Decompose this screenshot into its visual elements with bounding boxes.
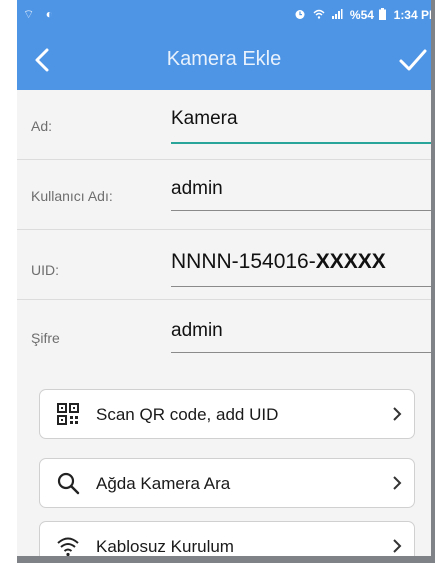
uid-input[interactable]: NNNN-154016-XXXXX [171,250,386,274]
app-bar: Kamera Ekle [17,30,431,90]
search-icon [57,472,80,495]
chevron-right-icon [393,476,402,490]
username-label: Kullanıcı Adı: [31,188,113,204]
password-underline [171,352,431,353]
wifi-icon [57,537,79,557]
uid-label: UID: [31,262,59,278]
alarm-icon [295,10,305,19]
chevron-right-icon [393,539,402,553]
uid-prefix: NNNN-154016- [171,250,316,273]
page-title: Kamera Ekle [166,48,282,70]
frame-edge [17,556,435,563]
username-underline [171,210,431,211]
uid-row: UID: NNNN-154016-XXXXX [17,230,431,300]
status-bar: ⌔ ◐ %54 1:34 P [17,0,431,30]
frame-edge [431,0,435,563]
name-row: Ad: Kamera [17,90,431,160]
notification-icons: ⌔ ◐ [23,7,57,21]
wireless-setup-button[interactable]: Kablosuz Kurulum [39,521,415,557]
name-input[interactable]: Kamera [171,108,238,130]
search-network-button[interactable]: Ağda Kamera Ara [39,458,415,508]
search-network-label: Ağda Kamera Ara [96,474,231,493]
username-input[interactable]: admin [171,178,223,200]
system-status: %54 1:34 PM [294,8,431,22]
password-label: Şifre [31,330,60,346]
uid-suffix: XXXXX [315,250,386,273]
password-input[interactable]: admin [171,320,223,342]
battery-percent: %54 [349,8,374,22]
username-row: Kullanıcı Adı: admin [17,160,431,230]
qr-code-icon [57,403,79,425]
phone-screen: ⌔ ◐ %54 1:34 P Kamera Ekle Ad: Kamera Ku… [17,0,431,557]
scan-qr-button[interactable]: Scan QR code, add UID [39,389,415,439]
battery-icon [379,8,387,20]
signal-icon [331,9,343,19]
uid-underline [171,286,431,287]
chevron-right-icon [393,407,402,421]
clock: 1:34 PM [393,8,431,22]
scan-qr-label: Scan QR code, add UID [96,405,279,424]
check-icon[interactable] [397,46,429,74]
wireless-setup-label: Kablosuz Kurulum [96,537,234,556]
password-row: Şifre admin [17,300,431,370]
device-frame: ⌔ ◐ %54 1:34 P Kamera Ekle Ad: Kamera Ku… [0,0,448,563]
name-label: Ad: [31,118,53,134]
wifi-status-icon [313,9,325,19]
name-underline [171,142,431,144]
